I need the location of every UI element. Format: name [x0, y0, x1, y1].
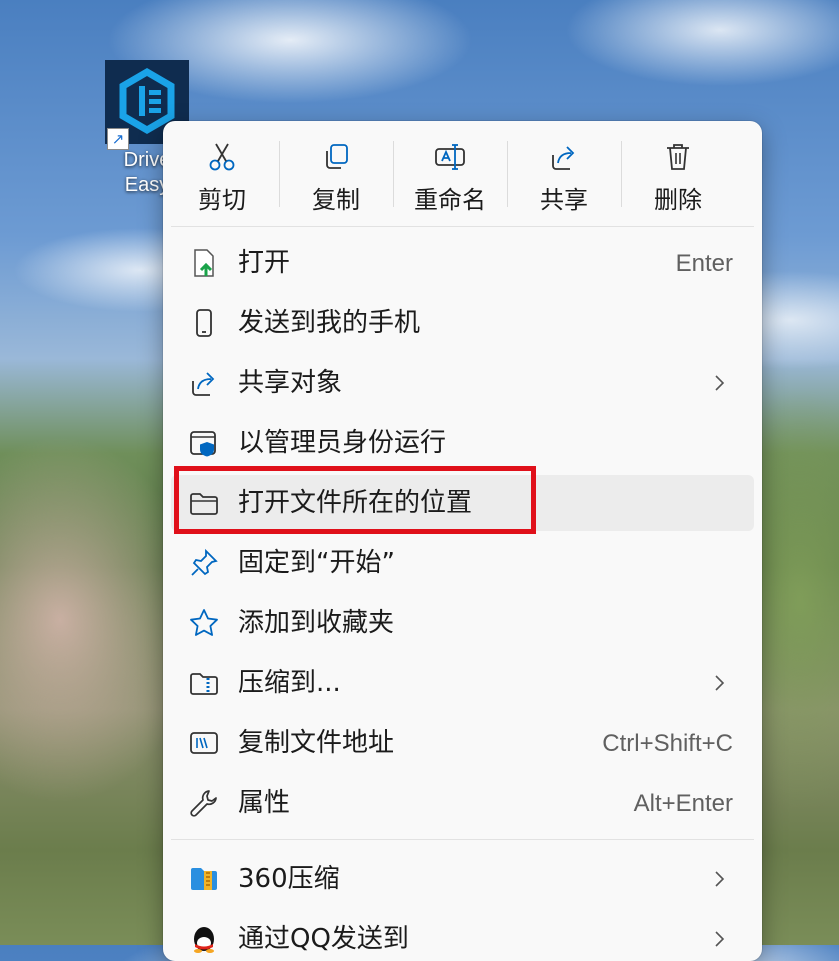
menu-item-open[interactable]: 打开 Enter	[171, 235, 754, 291]
menu-item-add-to-favorites[interactable]: 添加到收藏夹	[171, 595, 754, 651]
rename-label: 重命名	[414, 186, 486, 214]
menu-item-label: 共享对象	[238, 368, 343, 398]
360-zip-icon	[191, 868, 217, 890]
star-icon	[190, 609, 218, 636]
qq-icon	[194, 927, 214, 953]
admin-shield-icon	[190, 431, 216, 457]
menu-item-label: 发送到我的手机	[238, 308, 421, 338]
menu-separator	[171, 226, 754, 227]
menu-item-copy-as-path[interactable]: 复制文件地址 Ctrl+Shift+C	[171, 715, 754, 771]
menu-item-label: 压缩到...	[238, 668, 341, 698]
delete-button[interactable]: 删除	[621, 121, 735, 225]
scissors-icon	[209, 143, 235, 171]
menu-item-label: 360压缩	[238, 864, 340, 894]
share-label: 共享	[540, 186, 588, 214]
pin-icon	[191, 548, 218, 576]
menu-item-label: 复制文件地址	[238, 728, 395, 758]
trash-icon	[667, 144, 689, 170]
share-icon	[192, 372, 215, 396]
menu-item-send-via-qq[interactable]: 通过QQ发送到	[171, 911, 754, 961]
share-button[interactable]: 共享	[507, 121, 621, 225]
cut-button[interactable]: 剪切	[165, 121, 279, 225]
menu-item-label: 打开	[238, 248, 291, 278]
path-icon	[190, 732, 218, 754]
rename-icon	[435, 144, 465, 170]
menu-item-shortcut: Alt+Enter	[633, 790, 733, 817]
shortcut-arrow-icon: ↗	[107, 128, 129, 150]
context-menu: 剪切 复制 重命名 共享 删除 打开 Enter 发送到我的手机 共享对象 以管…	[163, 121, 762, 961]
copy-label: 复制	[312, 186, 360, 214]
share-icon	[552, 146, 575, 170]
menu-item-pin-to-start[interactable]: 固定到“开始”	[171, 535, 754, 591]
chevron-right-icon	[715, 675, 725, 691]
open-file-icon	[194, 249, 214, 277]
menu-item-label: 添加到收藏夹	[238, 608, 395, 638]
annotation-highlight-box	[174, 466, 536, 534]
menu-item-label: 固定到“开始”	[238, 548, 395, 578]
menu-item-shortcut: Enter	[675, 250, 733, 277]
copy-icon	[326, 144, 348, 169]
menu-item-send-to-phone[interactable]: 发送到我的手机	[171, 295, 754, 351]
menu-item-run-as-admin[interactable]: 以管理员身份运行	[171, 415, 754, 471]
menu-item-compress-to[interactable]: 压缩到...	[171, 655, 754, 711]
menu-item-shortcut: Ctrl+Shift+C	[602, 730, 733, 757]
menu-item-properties[interactable]: 属性 Alt+Enter	[171, 775, 754, 831]
wrench-icon	[190, 790, 217, 817]
menu-item-label: 以管理员身份运行	[238, 428, 447, 458]
delete-label: 删除	[654, 186, 702, 214]
chevron-right-icon	[715, 375, 725, 391]
zip-folder-icon	[190, 673, 218, 695]
copy-button[interactable]: 复制	[279, 121, 393, 225]
chevron-right-icon	[715, 871, 725, 887]
cut-label: 剪切	[198, 186, 246, 214]
menu-item-share-with[interactable]: 共享对象	[171, 355, 754, 411]
menu-item-360-zip[interactable]: 360压缩	[171, 851, 754, 907]
menu-item-label: 属性	[238, 788, 291, 818]
context-menu-toolbar: 剪切 复制 重命名 共享 删除	[163, 121, 762, 225]
chevron-right-icon	[715, 931, 725, 947]
rename-button[interactable]: 重命名	[393, 121, 507, 225]
menu-item-label: 通过QQ发送到	[238, 924, 409, 954]
phone-icon	[196, 309, 212, 337]
menu-separator	[171, 839, 754, 840]
